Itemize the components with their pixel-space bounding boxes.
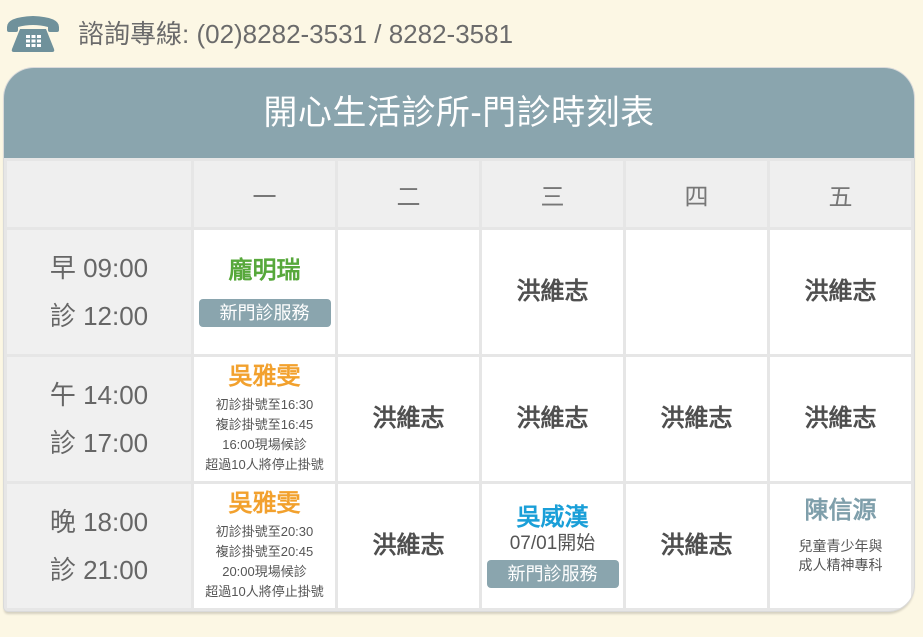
session-time-morning: 早 09:00 診 12:00 [7,230,191,354]
cell-evening-tue: 洪維志 [338,484,479,608]
cell-evening-wed: 吳威漢 07/01開始 新門診服務 [482,484,623,608]
doctor-name: 洪維志 [660,405,733,432]
cell-morning-tue [338,230,479,354]
cell-morning-wed: 洪維志 [482,230,623,354]
registration-note: 超過10人將停止掛號 [205,457,324,472]
cell-afternoon-thu: 洪維志 [626,357,767,481]
day-header-thu: 四 [626,161,767,227]
session-end-time: 診 21:00 [49,555,149,585]
schedule-card: 開心生活診所-門診時刻表 一 二 三 四 五 早 09:00 診 12:00 龐… [4,68,914,611]
doctor-name: 吳雅雯 [228,363,301,390]
cell-afternoon-fri: 洪維志 [770,357,911,481]
doctor-name: 陳信源 [804,497,877,524]
session-start-time: 早 09:00 [49,253,149,283]
cell-morning-mon: 龐明瑞 新門診服務 [194,230,335,354]
specialty-note: 成人精神專科 [798,557,883,573]
registration-note: 20:00現場候診 [222,564,307,579]
specialty-note: 兒童青少年與 [798,538,883,554]
doctor-name: 吳威漢 [516,504,589,531]
day-header-wed: 三 [482,161,623,227]
registration-note: 複診掛號至20:45 [215,544,314,559]
doctor-name: 洪維志 [516,278,589,305]
doctor-name: 洪維志 [804,405,877,432]
day-header-mon: 一 [194,161,335,227]
start-date-note: 07/01開始 [509,533,596,554]
telephone-icon [6,13,60,53]
session-start-time: 午 14:00 [49,380,149,410]
doctor-name: 洪維志 [804,278,877,305]
cell-morning-thu [626,230,767,354]
new-service-badge: 新門診服務 [486,560,619,588]
doctor-name: 洪維志 [516,405,589,432]
new-service-badge: 新門診服務 [198,299,331,327]
day-header-tue: 二 [338,161,479,227]
doctor-name: 龐明瑞 [228,257,301,284]
doctor-name: 吳雅雯 [228,490,301,517]
session-end-time: 診 17:00 [49,428,149,458]
cell-morning-fri: 洪維志 [770,230,911,354]
cell-evening-mon: 吳雅雯 初診掛號至20:30 複診掛號至20:45 20:00現場候診 超過10… [194,484,335,608]
day-header-fri: 五 [770,161,911,227]
registration-note: 初診掛號至16:30 [215,397,314,412]
cell-afternoon-wed: 洪維志 [482,357,623,481]
cell-evening-thu: 洪維志 [626,484,767,608]
cell-evening-fri: 陳信源 兒童青少年與 成人精神專科 [770,484,911,608]
session-end-time: 診 12:00 [49,301,149,331]
registration-note: 複診掛號至16:45 [215,417,314,432]
registration-note: 超過10人將停止掛號 [205,584,324,599]
session-time-afternoon: 午 14:00 診 17:00 [7,357,191,481]
session-start-time: 晚 18:00 [49,507,149,537]
doctor-name: 洪維志 [660,532,733,559]
session-time-evening: 晚 18:00 診 21:00 [7,484,191,608]
schedule-table: 一 二 三 四 五 早 09:00 診 12:00 龐明瑞 新門診服務 洪維志 … [4,158,914,611]
doctor-name: 洪維志 [372,405,445,432]
contact-hotline: 諮詢專線: (02)8282-3531 / 8282-3581 [78,19,514,49]
header-corner-cell [7,161,191,227]
cell-afternoon-tue: 洪維志 [338,357,479,481]
schedule-title: 開心生活診所-門診時刻表 [4,68,914,158]
registration-note: 16:00現場候診 [222,437,307,452]
cell-afternoon-mon: 吳雅雯 初診掛號至16:30 複診掛號至16:45 16:00現場候診 超過10… [194,357,335,481]
doctor-name: 洪維志 [372,532,445,559]
registration-note: 初診掛號至20:30 [215,524,314,539]
